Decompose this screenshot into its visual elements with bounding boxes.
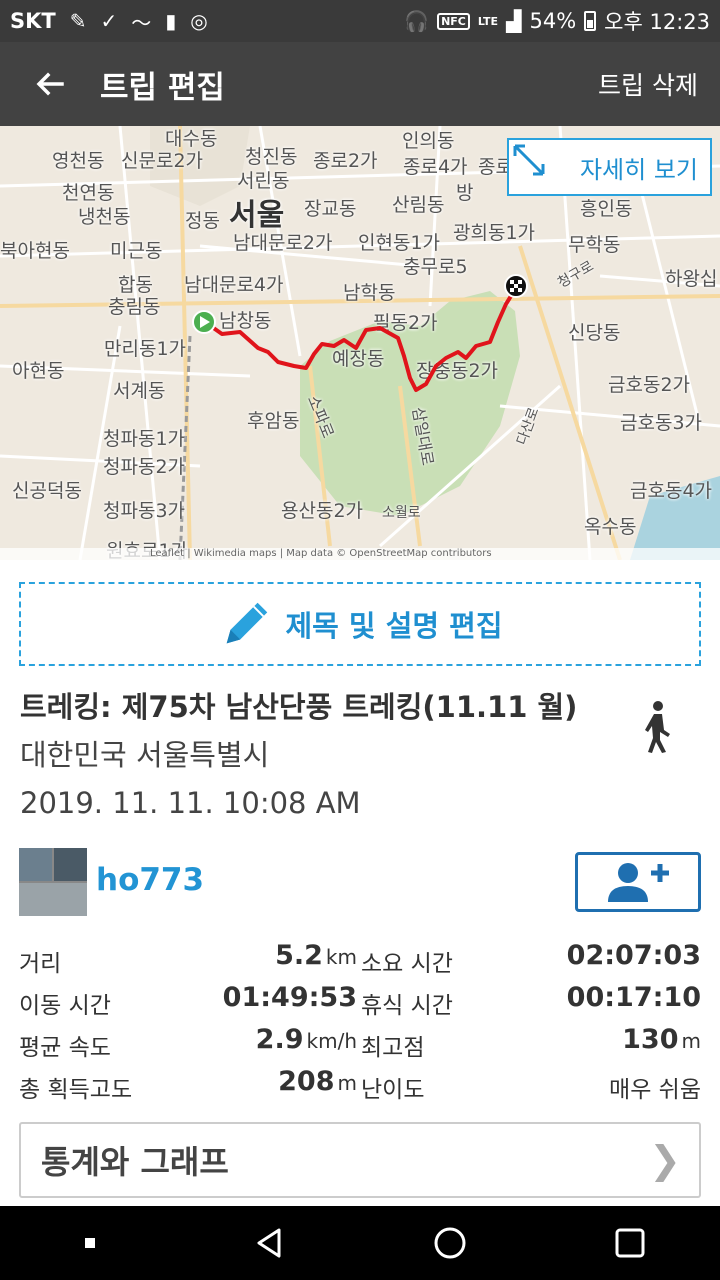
page-title: 트립 편집: [100, 69, 225, 106]
battery-icon: [584, 11, 597, 31]
signal-icon: ▟: [506, 9, 522, 33]
back-button[interactable]: [0, 42, 100, 126]
avg-speed-value: 2.9 km/h: [255, 1024, 357, 1055]
activity-icon: 〜: [131, 10, 152, 35]
avg-speed-label: 평균 속도: [19, 1035, 111, 1061]
delete-trip-button[interactable]: 트립 삭제: [598, 66, 698, 102]
map-attribution[interactable]: Leaflet | Wikimedia maps | Map data © Op…: [0, 548, 720, 560]
avatar[interactable]: [19, 848, 87, 916]
stat-row: 이동 시간 01:49:53 휴식 시간 00:17:10: [19, 980, 701, 1022]
rest-time-label: 휴식 시간: [361, 993, 453, 1019]
headset-icon: 🎧: [404, 9, 430, 33]
difficulty-value: 매우 쉬움: [609, 1077, 701, 1103]
download-done-icon: ✓: [100, 9, 118, 33]
home-nav-button[interactable]: [420, 1218, 480, 1268]
stat-row: 거리 5.2 km 소요 시간 02:07:03: [19, 938, 701, 980]
expand-icon: [513, 144, 545, 176]
edit-title-description-button[interactable]: 제목 및 설명 편집: [19, 582, 701, 666]
battery-percent: 54%: [529, 9, 577, 33]
trip-title: 트레킹: 제75차 남산단풍 트레킹(11.11 월): [20, 690, 578, 724]
elevation-gain-value: 208 m: [278, 1066, 357, 1097]
stat-row: 총 획득고도 208 m 난이도 매우 쉬움: [19, 1064, 701, 1106]
trip-map[interactable]: 대수동 청진동 종로2가 인의동 영천동 신문로2가 서린동 종로4가 종로5가…: [0, 126, 720, 560]
distance-label: 거리: [19, 951, 62, 977]
add-user-icon: [608, 863, 669, 902]
chevron-right-icon: ❯: [649, 1138, 681, 1182]
max-elevation-label: 최고점: [361, 1035, 425, 1061]
duration-label: 소요 시간: [361, 951, 453, 977]
distance-value: 5.2 km: [275, 940, 357, 971]
edit-title-description-label: 제목 및 설명 편집: [285, 609, 503, 643]
duration-value: 02:07:03: [566, 940, 701, 971]
search-notification-icon: ◎: [190, 9, 208, 33]
back-arrow-icon: [36, 72, 64, 96]
clock: 오후 12:23: [604, 10, 710, 34]
elevation-gain-label: 총 획득고도: [19, 1077, 133, 1103]
trip-stats: 거리 5.2 km 소요 시간 02:07:03 이동 시간 01:49:53 휴…: [19, 938, 701, 1106]
back-nav-button[interactable]: [240, 1218, 300, 1268]
battery-plus-icon: ▮: [165, 9, 177, 33]
carrier-label: SKT: [10, 9, 56, 33]
trip-date: 2019. 11. 11. 10:08 AM: [20, 786, 361, 820]
moving-time-label: 이동 시간: [19, 993, 111, 1019]
view-details-label: 자세히 보기: [579, 155, 698, 184]
trip-location: 대한민국 서울특별시: [20, 738, 270, 772]
finish-marker-icon: [504, 274, 528, 298]
rest-time-value: 00:17:10: [566, 982, 701, 1013]
stats-graphs-label: 통계와 그래프: [41, 1143, 229, 1181]
follow-user-button[interactable]: [575, 852, 701, 912]
max-elevation-value: 130 m: [622, 1024, 701, 1055]
edit-notification-icon: ✎: [69, 9, 87, 33]
stat-row: 평균 속도 2.9 km/h 최고점 130 m: [19, 1022, 701, 1064]
start-marker-icon: [192, 310, 216, 334]
triangle-back-icon: [257, 1228, 281, 1258]
status-bar: SKT ✎ ✓ 〜 ▮ ◎ 🎧 NFC LTE ▟ 54% 오후 12:23: [0, 0, 720, 42]
dot-icon: [85, 1238, 95, 1248]
square-recents-icon: [615, 1228, 645, 1258]
system-nav-bar: [0, 1206, 720, 1280]
difficulty-label: 난이도: [361, 1077, 425, 1103]
recents-nav-button[interactable]: [600, 1218, 660, 1268]
circle-home-icon: [434, 1227, 466, 1259]
recent-dot-button[interactable]: [60, 1218, 120, 1268]
view-details-button[interactable]: 자세히 보기: [507, 138, 712, 196]
username-link[interactable]: ho773: [96, 862, 204, 898]
lte-icon: LTE: [477, 14, 499, 28]
toolbar: 트립 편집 트립 삭제: [0, 42, 720, 126]
moving-time-value: 01:49:53: [222, 982, 357, 1013]
stats-graphs-button[interactable]: 통계와 그래프 ❯: [19, 1122, 701, 1198]
route-line: [203, 286, 518, 392]
pencil-icon: [227, 602, 268, 644]
nfc-icon: NFC: [437, 12, 470, 30]
walking-icon: [645, 701, 670, 753]
